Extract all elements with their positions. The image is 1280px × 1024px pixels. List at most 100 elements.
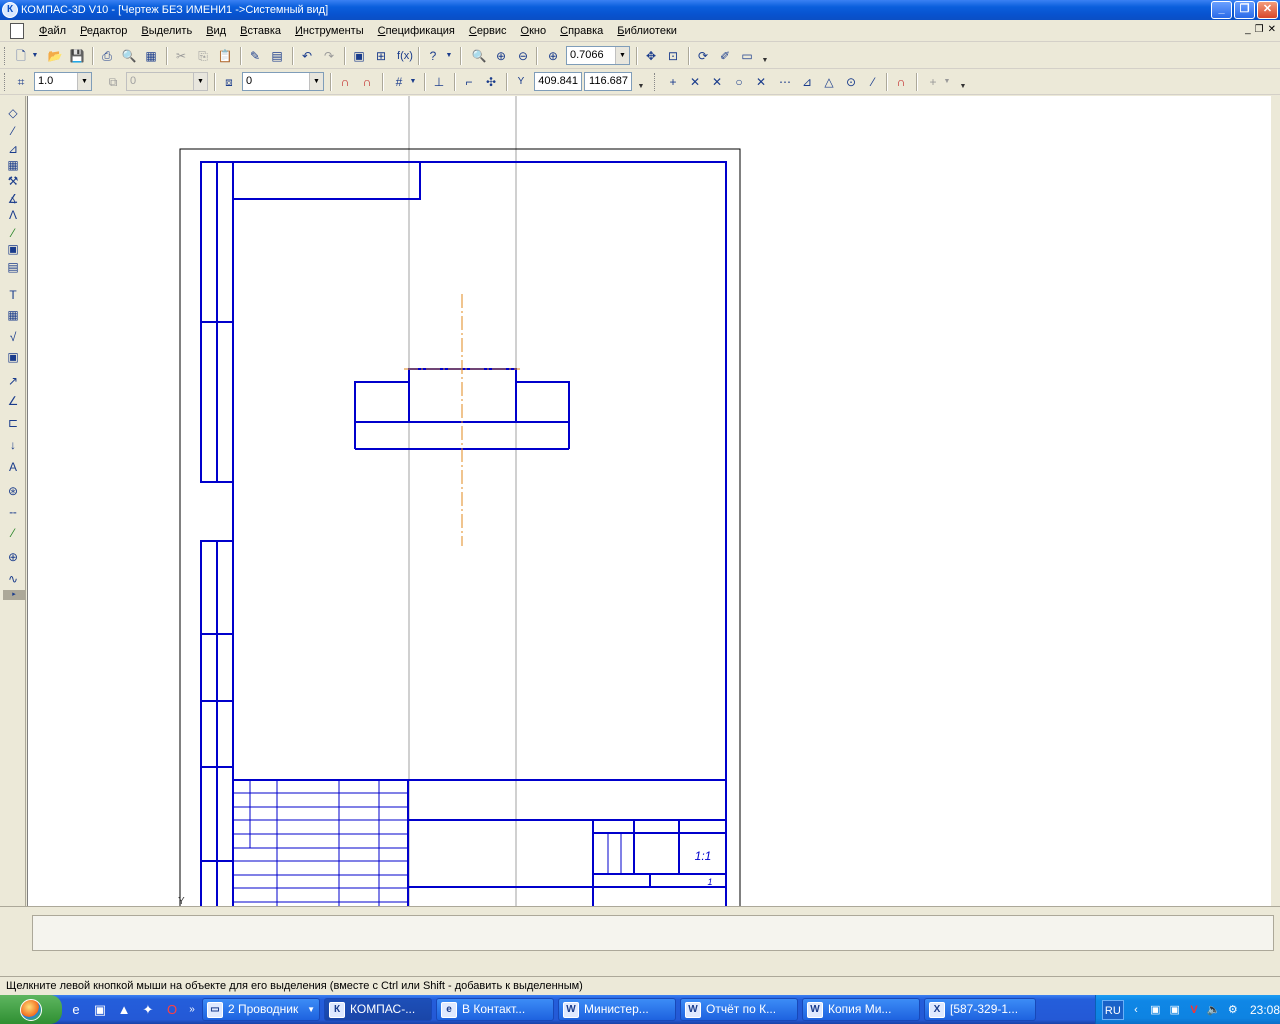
network-icon[interactable]: ▣ <box>1148 1002 1162 1018</box>
coordinate-y-field[interactable]: 116.687 <box>584 72 632 91</box>
ie-quicklaunch-icon[interactable]: e <box>66 1001 86 1019</box>
language-indicator[interactable]: RU <box>1102 999 1124 1020</box>
more-quicklaunch-icon[interactable]: » <box>186 1001 198 1019</box>
antivirus-icon[interactable]: V <box>1187 1002 1201 1018</box>
menu-window[interactable]: Окно <box>514 25 554 37</box>
show-all-icon[interactable]: ⊡ <box>664 47 682 65</box>
chevron-down-icon[interactable]: ▼ <box>77 73 91 90</box>
toolbar-grip[interactable] <box>4 47 7 65</box>
cut-line-icon[interactable]: A <box>3 458 23 476</box>
style-combo[interactable]: 0 ▼ <box>126 72 208 91</box>
toolbar-grip[interactable] <box>4 73 7 91</box>
display-icon[interactable]: ▣ <box>1168 1002 1182 1018</box>
context-help-icon[interactable]: ? <box>424 47 442 65</box>
pan-icon[interactable]: ✥ <box>642 47 660 65</box>
layer-icon[interactable]: ⧈ <box>220 73 238 91</box>
dash-line-icon[interactable]: ╌ <box>3 504 23 522</box>
leader-icon[interactable]: ↗ <box>3 372 23 390</box>
snap-normal-icon[interactable]: ✕ <box>752 73 770 91</box>
chevron-down-icon[interactable]: ▼ <box>615 47 629 64</box>
snap-angle-icon[interactable]: △ <box>820 73 838 91</box>
ortho-icon[interactable]: ⌐ <box>460 73 478 91</box>
format-painter-icon[interactable]: ✎ <box>246 47 264 65</box>
vertical-scrollbar[interactable] <box>1272 96 1280 906</box>
open-folder-icon[interactable]: 📂 <box>46 47 64 65</box>
grid-icon[interactable]: # <box>390 73 408 91</box>
line-icon[interactable]: ⁄ <box>3 122 23 140</box>
step-cursor-icon[interactable]: ⌗ <box>12 73 30 91</box>
snap-magnet-icon[interactable]: ∩ <box>336 73 354 91</box>
manager-icon[interactable]: ▣ <box>350 47 368 65</box>
style-icon[interactable]: ⧉ <box>104 73 122 91</box>
redraw-icon[interactable]: ✐ <box>716 47 734 65</box>
menu-file[interactable]: Файл <box>32 25 73 37</box>
geometry-icon[interactable]: ◇ <box>3 104 23 122</box>
mdi-close-icon[interactable]: ✕ <box>1268 24 1276 35</box>
restore-button[interactable]: ❐ <box>1234 1 1255 19</box>
spec-icon[interactable]: ▤ <box>3 258 23 276</box>
menu-tools[interactable]: Инструменты <box>288 25 371 37</box>
roughness-icon[interactable]: √ <box>3 328 23 346</box>
save-icon[interactable]: 💾 <box>68 47 86 65</box>
zoom-scale-icon[interactable]: ⊕ <box>544 47 562 65</box>
cut-icon[interactable]: ✂ <box>172 47 190 65</box>
menu-specification[interactable]: Спецификация <box>371 25 462 37</box>
zoom-out-icon[interactable]: ⊖ <box>514 47 532 65</box>
snap-center-icon[interactable]: ⊙ <box>842 73 860 91</box>
snap-dropdown-icon[interactable]: ▼ <box>942 73 952 91</box>
app-quicklaunch-icon[interactable]: ✦ <box>138 1001 158 1019</box>
zoom-combo[interactable]: 0.7066 ▼ <box>566 46 630 65</box>
zoom-window-icon[interactable]: 🔍 <box>470 47 488 65</box>
snap-settings-icon[interactable]: ∩ <box>358 73 376 91</box>
tolerance-icon[interactable]: ⊏ <box>3 414 23 432</box>
list-icon[interactable]: ▤ <box>268 47 286 65</box>
line-weight-combo[interactable]: 1.0 ▼ <box>34 72 92 91</box>
toolbar-options-icon[interactable]: ▼ <box>760 47 770 65</box>
snap-intersection-icon[interactable]: ✕ <box>708 73 726 91</box>
desktop-quicklaunch-icon[interactable]: ▣ <box>90 1001 110 1019</box>
chevron-down-icon[interactable]: ▼ <box>193 73 207 90</box>
kompas-app-icon[interactable]: К <box>2 2 18 18</box>
task-kompas[interactable]: К КОМПАС-... <box>324 998 432 1021</box>
clock[interactable]: 23:08 <box>1250 1003 1280 1017</box>
expand-arrow-icon[interactable]: ▸ <box>3 590 25 600</box>
base-icon[interactable]: ▣ <box>3 348 23 366</box>
menu-service[interactable]: Сервис <box>462 25 514 37</box>
paste-icon[interactable]: 📋 <box>216 47 234 65</box>
toolbar-options-icon[interactable]: ▼ <box>636 73 646 91</box>
menu-insert[interactable]: Вставка <box>233 25 288 37</box>
position-icon[interactable]: ∠ <box>3 392 23 410</box>
new-document-icon[interactable]: 🗋 <box>12 47 30 65</box>
snap-toggle-icon[interactable]: ∩ <box>892 73 910 91</box>
new-dropdown-icon[interactable]: ▼ <box>30 47 40 65</box>
tray-expand-icon[interactable]: ‹ <box>1129 1002 1143 1018</box>
chevron-down-icon[interactable]: ▼ <box>309 73 323 90</box>
snap-nearest-icon[interactable]: + <box>664 73 682 91</box>
zoom-in-icon[interactable]: ⊕ <box>492 47 510 65</box>
close-button[interactable]: ✕ <box>1257 1 1278 19</box>
kompas-quicklaunch-icon[interactable]: ▲ <box>114 1001 134 1019</box>
redo-icon[interactable]: ↷ <box>320 47 338 65</box>
wave-line-icon[interactable]: ∿ <box>3 570 23 588</box>
coordinates-icon[interactable]: Y <box>512 73 530 91</box>
select-icon[interactable]: ▣ <box>3 240 23 258</box>
layer-combo[interactable]: 0 ▼ <box>242 72 324 91</box>
menu-select[interactable]: Выделить <box>134 25 199 37</box>
snap-parallel-icon[interactable]: ⊿ <box>798 73 816 91</box>
monitor-icon[interactable]: ▭ <box>738 47 756 65</box>
task-vkontakte[interactable]: e В Контакт... <box>436 998 554 1021</box>
properties-icon[interactable]: ▦ <box>142 47 160 65</box>
snap-grid-icon[interactable]: ⋯ <box>776 73 794 91</box>
toolbar-grip[interactable] <box>654 73 657 91</box>
refresh-icon[interactable]: ⟳ <box>694 47 712 65</box>
print-preview-icon[interactable]: 🔍 <box>120 47 138 65</box>
task-excel[interactable]: X [587-329-1... <box>924 998 1036 1021</box>
task-word-report[interactable]: W Отчёт по К... <box>680 998 798 1021</box>
axis-icon[interactable]: ⊛ <box>3 482 23 500</box>
center-mark-icon[interactable]: ⊕ <box>3 548 23 566</box>
volume-icon[interactable]: 🔈 <box>1206 1002 1221 1018</box>
snap-tangent-icon[interactable]: ○ <box>730 73 748 91</box>
minimize-button[interactable]: _ <box>1211 1 1232 19</box>
designation-icon[interactable]: Λ <box>3 206 23 224</box>
arrow-view-icon[interactable]: ↓ <box>3 436 23 454</box>
